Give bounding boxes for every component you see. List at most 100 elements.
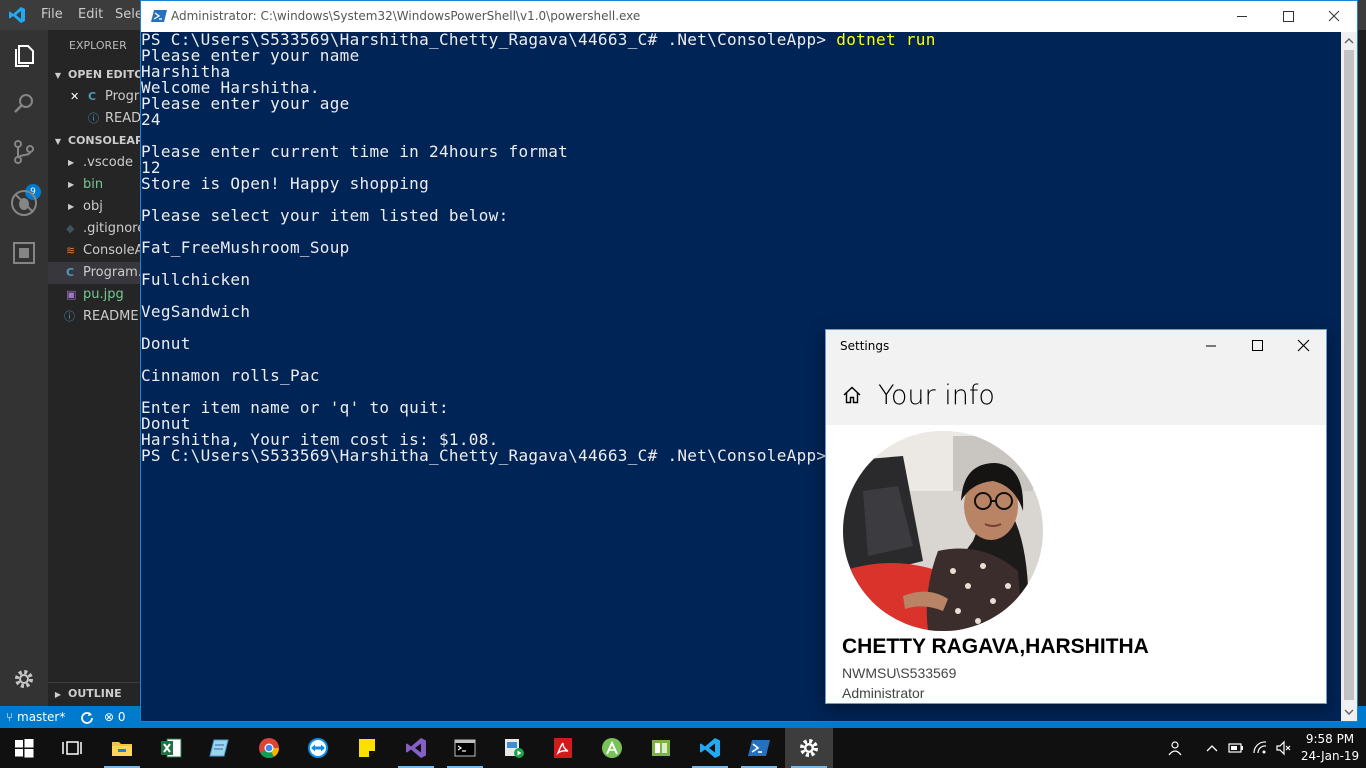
powershell-icon [748, 740, 770, 756]
tree-item-label: Program.c [83, 265, 142, 280]
settings-icon [800, 739, 818, 757]
problems-indicator[interactable]: ⊗ 0 [104, 706, 126, 728]
start-icon [15, 739, 34, 758]
info-icon: ⓘ [64, 310, 75, 323]
explorer-icon[interactable] [9, 40, 39, 70]
user-role: Administrator [842, 685, 925, 701]
settings-maximize-button[interactable] [1234, 330, 1280, 362]
page-title: Your info [878, 380, 995, 411]
taskbar-cmd[interactable] [441, 728, 489, 768]
home-icon[interactable] [842, 385, 862, 405]
search-icon[interactable] [9, 89, 39, 119]
image-file-icon: ▣ [66, 288, 77, 301]
settings-minimize-button[interactable] [1188, 330, 1234, 362]
tree-item-image[interactable]: ▣ pu.jpg [48, 284, 142, 306]
open-editor-item[interactable]: ✕ C Progra [48, 86, 142, 108]
open-editor-item[interactable]: ⓘ READI [48, 108, 142, 130]
console-line: Fat_FreeMushroom_Soup [141, 238, 350, 257]
taskbar-chrome[interactable] [245, 728, 293, 768]
tree-item-gitignore[interactable]: ◆ .gitignore [48, 218, 142, 240]
menu-selection[interactable]: Sele [115, 0, 143, 30]
sync-icon[interactable] [80, 710, 94, 724]
taskbar-android-studio[interactable] [588, 728, 636, 768]
settings-titlebar[interactable]: Settings [826, 330, 1326, 362]
activity-bar: 9 [0, 30, 48, 706]
wifi-icon[interactable] [1252, 740, 1268, 756]
taskbar-teamviewer[interactable] [294, 728, 342, 768]
volume-muted-icon[interactable] [1276, 740, 1292, 756]
scroll-up-icon[interactable] [1344, 36, 1354, 46]
chrome-icon [259, 738, 280, 759]
taskbar-excel[interactable] [147, 728, 195, 768]
taskbar: 9:58 PM 24-Jan-19 [0, 728, 1366, 768]
taskbar-media[interactable] [490, 728, 538, 768]
acrobat-icon [554, 738, 572, 758]
powershell-titlebar[interactable]: Administrator: C:\windows\System32\Windo… [141, 1, 1357, 32]
tree-item-label: pu.jpg [83, 287, 124, 302]
battery-icon[interactable] [1228, 740, 1244, 756]
menu-file[interactable]: File [41, 0, 63, 30]
outline-section[interactable]: ▶ OUTLINE [48, 682, 142, 704]
debug-icon[interactable] [9, 188, 39, 218]
tree-item-vscode[interactable]: ▶ .vscode [48, 152, 142, 174]
close-icon[interactable]: ✕ [70, 86, 79, 108]
taskbar-powershell[interactable] [735, 728, 783, 768]
vertical-scrollbar[interactable] [1341, 32, 1357, 721]
extensions-icon[interactable] [9, 238, 39, 268]
notepad-icon [209, 739, 229, 757]
people-icon[interactable] [1168, 740, 1184, 756]
console-line: VegSandwich [141, 302, 251, 321]
open-editors-section[interactable]: ▼OPEN EDITOR [48, 64, 142, 86]
tree-item-bin[interactable]: ▶ bin [48, 174, 142, 196]
taskbar-visual-studio[interactable] [392, 728, 440, 768]
scrollbar-thumb[interactable] [1344, 50, 1354, 700]
user-account: NWMSU\S533569 [842, 665, 957, 681]
tree-item-program[interactable]: C Program.c [48, 262, 142, 284]
git-file-icon: ◆ [66, 222, 75, 235]
tree-item-readme[interactable]: ⓘ README.r [48, 306, 142, 328]
project-section[interactable]: ▼CONSOLEAPP [48, 130, 142, 152]
start-button[interactable] [0, 728, 48, 768]
source-control-icon[interactable] [9, 137, 39, 167]
android-studio-icon [602, 738, 622, 758]
taskbar-file-explorer[interactable] [98, 728, 146, 768]
branch-indicator[interactable]: ⑂ master* [6, 706, 65, 728]
csharp-icon: C [88, 90, 97, 103]
console-line: Please enter current time in 24hours for… [141, 142, 569, 161]
scroll-down-icon[interactable] [1344, 707, 1354, 717]
gear-icon[interactable] [9, 664, 39, 694]
taskbar-settings[interactable] [785, 728, 833, 768]
powershell-icon [151, 10, 167, 22]
open-editor-label: READI [105, 111, 142, 126]
clock-date: 24-Jan-19 [1300, 749, 1360, 763]
minimize-button[interactable] [1219, 1, 1265, 32]
open-editor-label: Progra [105, 89, 142, 104]
console-command: dotnet run [836, 32, 936, 49]
tree-item-label: .gitignore [83, 221, 142, 236]
system-clock[interactable]: 9:58 PM 24-Jan-19 [1300, 731, 1360, 765]
cmd-icon [454, 739, 476, 757]
settings-close-button[interactable] [1280, 330, 1326, 362]
media-icon [505, 739, 524, 758]
taskbar-vscode[interactable] [686, 728, 734, 768]
maximize-button[interactable] [1265, 1, 1311, 32]
task-view-button[interactable] [48, 728, 96, 768]
menu-edit[interactable]: Edit [78, 0, 103, 30]
tree-item-obj[interactable]: ▶ obj [48, 196, 142, 218]
close-button[interactable] [1311, 1, 1357, 32]
avatar [843, 431, 1043, 631]
taskbar-notepad[interactable] [196, 728, 244, 768]
taskbar-green-app[interactable] [637, 728, 685, 768]
console-line: 24 [141, 110, 161, 129]
csharp-icon: C [66, 266, 75, 279]
powershell-title: Administrator: C:\windows\System32\Windo… [171, 9, 641, 23]
chevron-right-icon: ▶ [68, 180, 75, 189]
taskbar-acrobat[interactable] [539, 728, 587, 768]
vscode-icon [700, 738, 720, 758]
tree-item-csproj[interactable]: ≋ ConsoleAp [48, 240, 142, 262]
taskbar-sticky-notes[interactable] [343, 728, 391, 768]
file-explorer-icon [112, 742, 132, 756]
chevron-up-icon[interactable] [1204, 740, 1220, 756]
